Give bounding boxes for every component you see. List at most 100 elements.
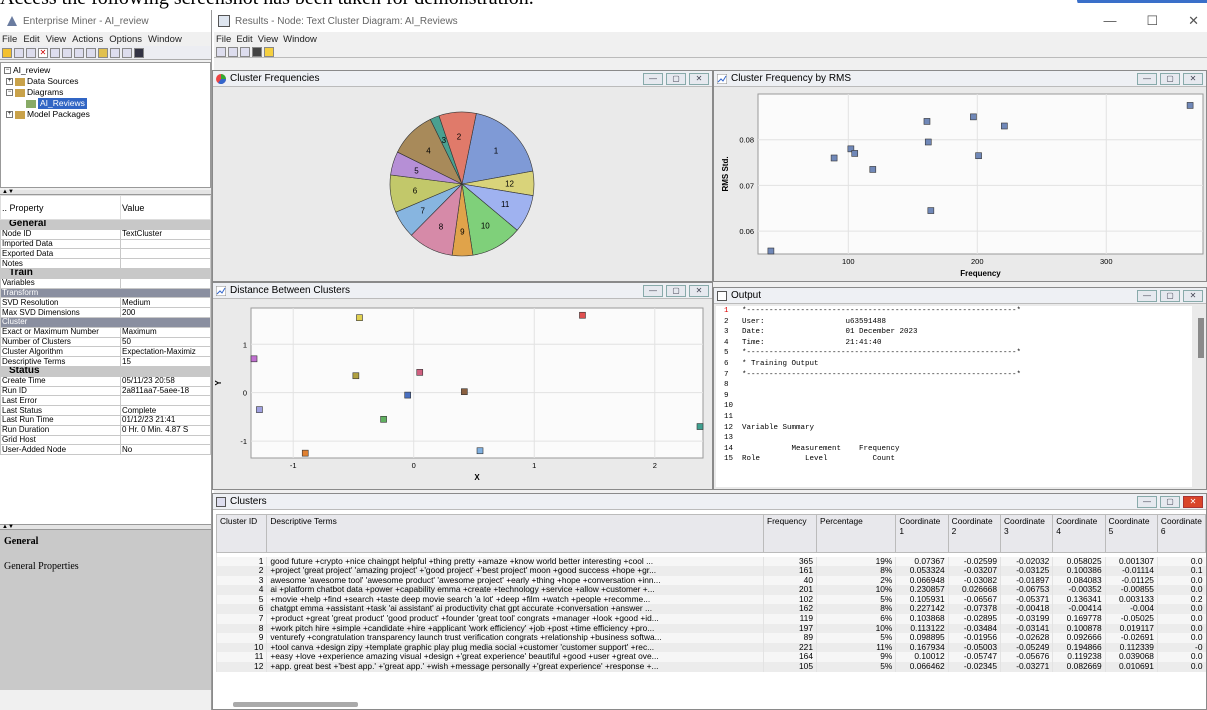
data-point[interactable] — [1001, 122, 1008, 130]
prop-row[interactable]: Run Duration 0 Hr. 0 Min. 4.87 S — [0, 424, 211, 436]
panel-close-button[interactable]: ✕ — [1183, 496, 1203, 508]
table-row[interactable]: 7 +product +great 'great product' 'good p… — [216, 614, 1206, 624]
data-point[interactable] — [301, 449, 309, 457]
prop-row[interactable]: Exported Data — [0, 248, 211, 260]
em-menu-edit[interactable]: Edit — [23, 34, 39, 45]
prop-group-row[interactable]: Status — [0, 365, 211, 377]
chart-icon[interactable] — [50, 47, 60, 58]
table-row[interactable]: 2 +project 'great project' 'amazing proje… — [216, 566, 1206, 576]
table-row[interactable]: 8 +work pitch hire +simple +candidate +hi… — [216, 623, 1206, 634]
prop-row[interactable]: Cluster Algorithm Expectation-Maximiz — [0, 346, 211, 358]
output-scrollbar[interactable] — [1198, 318, 1204, 358]
data-point[interactable] — [352, 372, 360, 380]
data-point[interactable] — [696, 423, 704, 430]
table-row[interactable]: 10 +tool canva +design zipy +template gra… — [216, 642, 1206, 653]
table-icon[interactable] — [74, 47, 84, 58]
data-point[interactable] — [380, 415, 387, 423]
prop-group-row[interactable]: General — [0, 219, 211, 230]
prop-value[interactable] — [120, 258, 211, 269]
res-menu-file[interactable]: File — [216, 34, 231, 45]
prop-row[interactable]: Grid Host — [0, 434, 211, 446]
em-menu-file[interactable]: File — [2, 34, 17, 45]
data-point[interactable] — [975, 152, 982, 160]
data-point[interactable] — [1186, 102, 1194, 109]
column-header[interactable]: Cluster ID — [216, 514, 268, 553]
prop-row[interactable]: Last Status Complete — [0, 405, 211, 416]
prop-row[interactable]: Descriptive Terms 15 — [0, 356, 211, 367]
value-col-header[interactable]: Value — [120, 195, 211, 220]
prop-value[interactable] — [120, 238, 211, 250]
stop-icon[interactable] — [134, 47, 144, 58]
expand-icon[interactable]: + — [6, 78, 13, 85]
maximize-button[interactable]: ☐ — [1146, 13, 1158, 29]
data-point[interactable] — [579, 311, 586, 319]
prop-value[interactable] — [120, 248, 211, 260]
prop-value[interactable]: Maximum — [120, 326, 211, 338]
prop-value[interactable] — [120, 395, 211, 407]
panel-maximize-button[interactable]: ▢ — [666, 73, 686, 85]
collapse-icon[interactable]: − — [4, 67, 11, 74]
data-point[interactable] — [256, 406, 263, 413]
table-row[interactable]: 11 +easy +love +experience amazing visual… — [216, 652, 1206, 663]
prop-value[interactable]: 05/11/23 20:58 — [120, 375, 211, 387]
prop-value[interactable]: Complete — [120, 405, 211, 416]
panel-maximize-button[interactable]: ▢ — [666, 285, 686, 297]
panel-close-button[interactable]: ✕ — [1183, 73, 1203, 85]
table-row[interactable]: 5 +movie +help +find +search +taste deep … — [216, 594, 1206, 605]
prop-group-row[interactable]: Train — [0, 267, 211, 279]
close-button[interactable]: ✕ — [1188, 13, 1199, 29]
table-row[interactable]: 4 ai +platform chatbot data +power +capab… — [216, 585, 1206, 595]
prop-value[interactable]: No — [120, 444, 211, 456]
prop-row[interactable]: Max SVD Dimensions 200 — [0, 307, 211, 318]
column-header[interactable]: Coordinate 1 — [895, 514, 949, 553]
property-col-header[interactable]: .. Property — [0, 195, 121, 220]
data-point[interactable] — [851, 150, 859, 157]
panel-minimize-button[interactable]: — — [1137, 73, 1157, 85]
prop-group-row[interactable]: Cluster — [0, 316, 211, 328]
minimize-button[interactable]: — — [1103, 13, 1116, 29]
layout-icon[interactable] — [252, 46, 262, 57]
print-icon[interactable] — [240, 46, 250, 57]
prop-row[interactable]: Variables — [0, 277, 211, 289]
prop-row[interactable]: Node ID TextCluster — [0, 228, 211, 240]
prop-group-row[interactable]: Transform — [0, 287, 211, 299]
prop-row[interactable]: Number of Clusters 50 — [0, 336, 211, 348]
prop-row[interactable]: User-Added Node No — [0, 444, 211, 456]
em-menu-actions[interactable]: Actions — [72, 34, 103, 45]
em-menu-view[interactable]: View — [46, 34, 66, 45]
expand-icon[interactable]: + — [6, 111, 13, 118]
tree-item-diagrams[interactable]: − Diagrams — [4, 87, 207, 98]
data-point[interactable] — [250, 355, 258, 363]
prop-value[interactable]: 01/12/23 21:41 — [120, 414, 211, 426]
column-header[interactable]: Coordinate 5 — [1104, 514, 1158, 553]
em-menu-options[interactable]: Options — [109, 34, 142, 45]
prop-value[interactable] — [120, 434, 211, 446]
column-header[interactable]: Percentage — [815, 514, 897, 553]
panel-minimize-button[interactable]: — — [643, 285, 663, 297]
prop-value[interactable]: 50 — [120, 336, 211, 348]
panel-maximize-button[interactable]: ▢ — [1160, 290, 1180, 302]
res-menu-window[interactable]: Window — [283, 34, 317, 45]
prop-value[interactable]: 2a811aa7-5aee-18 — [120, 385, 211, 397]
tree-item-data-sources[interactable]: + Data Sources — [4, 76, 207, 87]
data-point[interactable] — [869, 166, 877, 173]
clusters-hscrollbar[interactable] — [233, 702, 358, 707]
column-header[interactable]: Frequency — [763, 514, 817, 553]
prop-value[interactable] — [120, 277, 211, 289]
column-header[interactable]: Coordinate 2 — [947, 514, 1001, 553]
prop-row[interactable]: Notes — [0, 258, 211, 269]
table-row[interactable]: 9 venturefy +congratulation transparency … — [216, 633, 1206, 643]
prop-value[interactable]: Expectation-Maximiz — [120, 346, 211, 358]
grid-icon[interactable] — [62, 47, 72, 58]
tree-item-ai-reviews[interactable]: AI_Reviews — [4, 98, 207, 109]
prop-value[interactable]: 15 — [120, 356, 211, 367]
edit-icon[interactable] — [264, 46, 274, 57]
table-row[interactable]: 1 good future +crypto +nice chaingpt help… — [216, 556, 1206, 567]
em-menu-window[interactable]: Window — [148, 34, 182, 45]
column-header[interactable]: Descriptive Terms — [266, 514, 764, 553]
save-icon[interactable] — [216, 46, 226, 57]
prop-row[interactable]: Imported Data — [0, 238, 211, 250]
column-header[interactable]: Coordinate 4 — [1052, 514, 1106, 553]
res-menu-edit[interactable]: Edit — [236, 34, 252, 45]
data-point[interactable] — [767, 247, 775, 255]
